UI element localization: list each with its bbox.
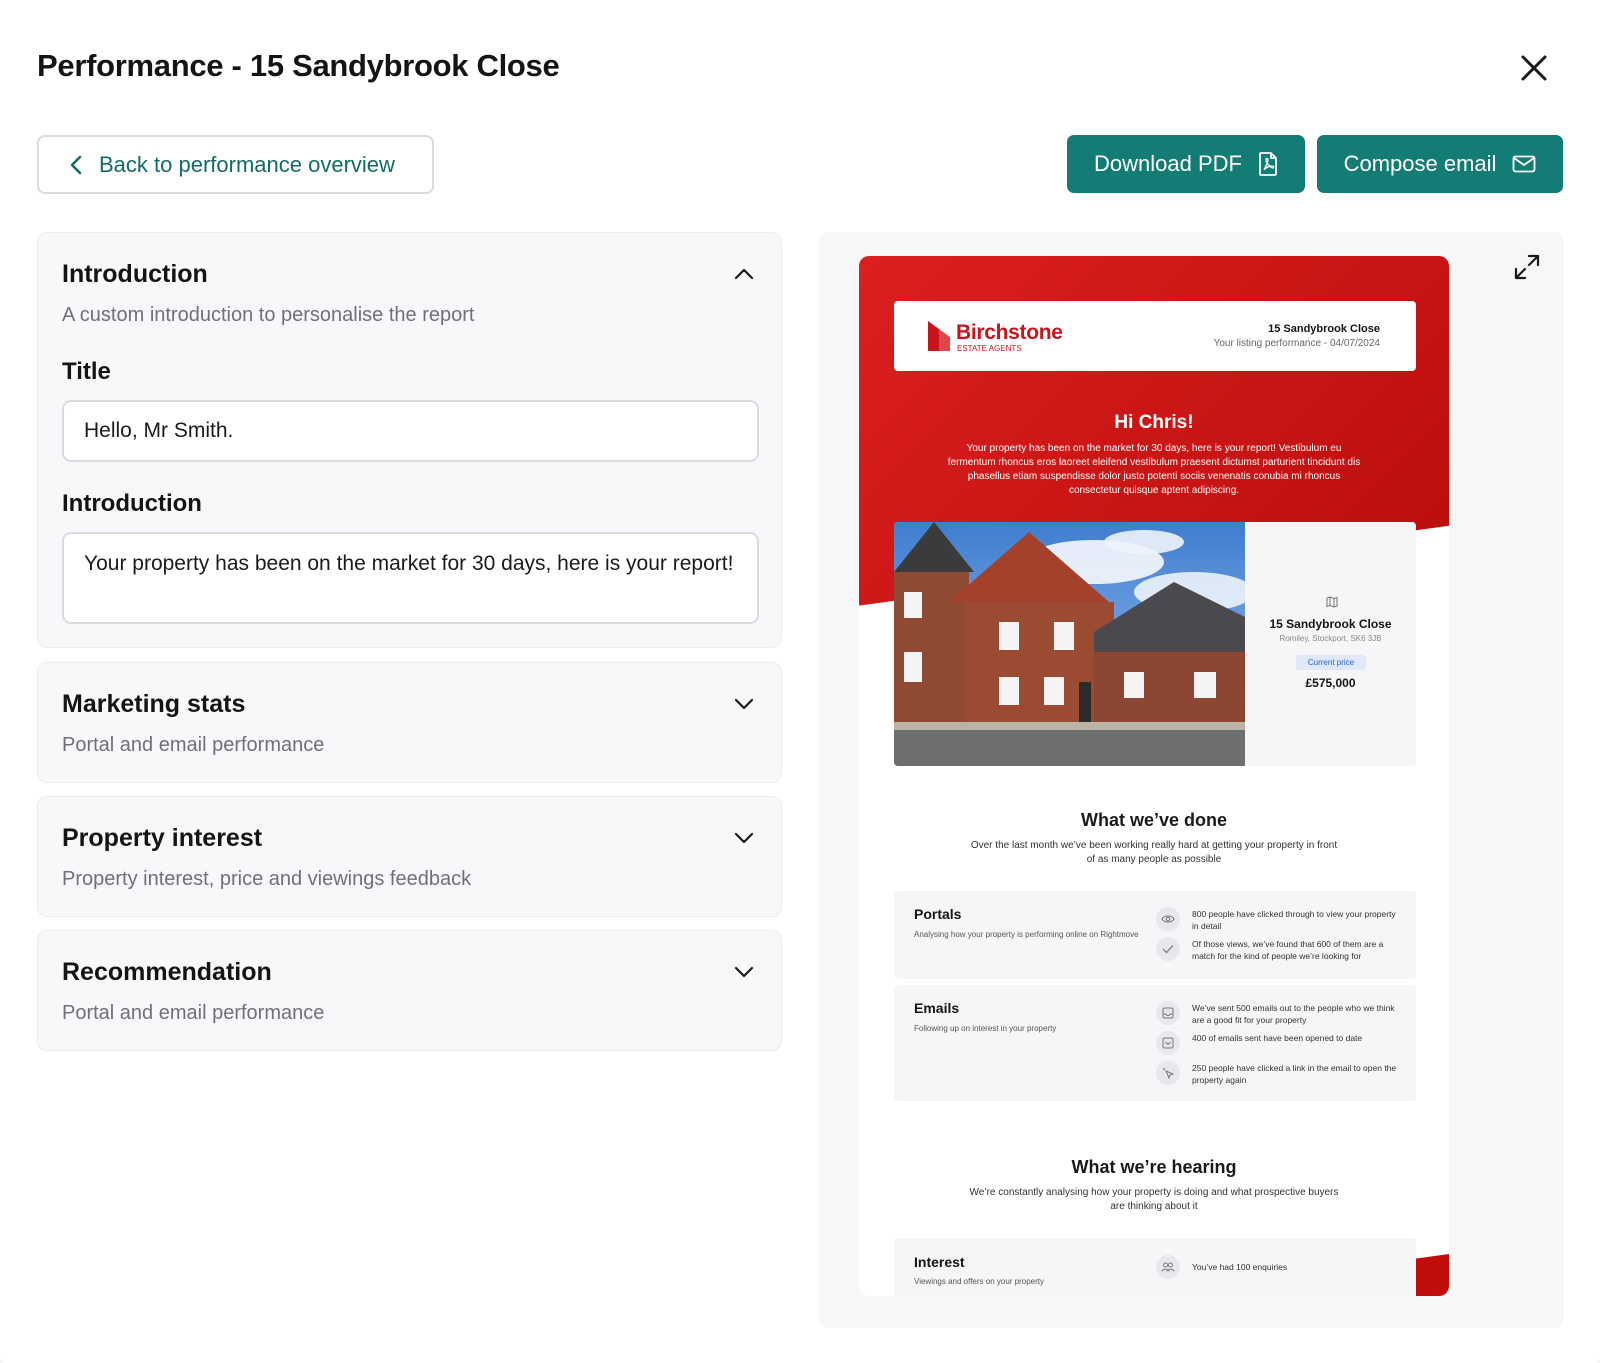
- chevron-up-icon: [734, 268, 754, 280]
- close-button[interactable]: [1514, 48, 1554, 88]
- chevron-down-icon: [734, 698, 754, 710]
- stat-row: 800 people have clicked through to view …: [1156, 907, 1406, 933]
- inbox-icon: [1156, 1001, 1180, 1025]
- property-interest-title: Property interest: [62, 824, 263, 852]
- introduction-textarea[interactable]: Your property has been on the market for…: [62, 532, 759, 624]
- interest-title: Interest: [914, 1254, 965, 1270]
- report-preview: Birchstone ESTATE AGENTS 15 Sandybrook C…: [859, 256, 1449, 1296]
- mail-open-icon: [1156, 1031, 1180, 1055]
- chevron-down-icon: [734, 832, 754, 844]
- property-interest-expand-toggle[interactable]: [731, 825, 757, 851]
- portals-subtitle: Analysing how your property is performin…: [914, 930, 1139, 939]
- portals-stat-text: Of those views, we’ve found that 600 of …: [1192, 939, 1384, 961]
- title-field-label: Title: [62, 358, 111, 385]
- expand-icon: [1514, 254, 1540, 280]
- done-section-subtitle: Over the last month we’ve been working r…: [970, 840, 1338, 865]
- hearing-section-subtitle: We’re constantly analysing how your prop…: [969, 1187, 1339, 1212]
- introduction-collapse-toggle[interactable]: [731, 261, 757, 287]
- back-button-label: Back to performance overview: [99, 151, 395, 177]
- property-price: £575,000: [1305, 676, 1356, 690]
- property-name: 15 Sandybrook Close: [1269, 617, 1392, 631]
- emails-stat-box: Emails Following up on interest in your …: [894, 985, 1416, 1101]
- emails-stat-text: 400 of emails sent have been opened to d…: [1192, 1033, 1363, 1043]
- interest-stat-box: Interest Viewings and offers on your pro…: [894, 1238, 1416, 1296]
- brand-name: Birchstone: [956, 321, 1063, 344]
- chevron-left-icon: [70, 155, 82, 174]
- recommendation-title: Recommendation: [62, 958, 272, 986]
- interest-subtitle: Viewings and offers on your property: [914, 1277, 1045, 1286]
- preview-address: 15 Sandybrook Close: [1268, 323, 1380, 335]
- check-icon: [1156, 937, 1180, 961]
- brand-subtitle: ESTATE AGENTS: [957, 344, 1022, 353]
- introduction-section-title: Introduction: [62, 260, 208, 288]
- property-card: 15 Sandybrook Close Romiley, Stockport, …: [894, 522, 1416, 766]
- performance-modal: Performance - 15 Sandybrook Close Back t…: [0, 0, 1600, 1363]
- hearing-section-title: What we’re hearing: [1071, 1157, 1237, 1177]
- introduction-field-label: Introduction: [62, 490, 202, 517]
- download-pdf-button[interactable]: Download PDF: [1067, 135, 1305, 193]
- done-section-title: What we’ve done: [1080, 810, 1228, 830]
- introduction-section: Introduction A custom introduction to pe…: [37, 232, 782, 648]
- portals-stat-box: Portals Analysing how your property is p…: [894, 891, 1416, 979]
- portals-title: Portals: [914, 906, 962, 922]
- current-price-badge: Current price: [1296, 655, 1366, 670]
- back-to-overview-button[interactable]: Back to performance overview: [37, 135, 434, 194]
- preview-greeting: Hi Chris!: [1114, 412, 1194, 433]
- property-interest-section[interactable]: Property interest Property interest, pri…: [37, 796, 782, 917]
- preview-listing-line: Your listing performance - 04/07/2024: [1213, 338, 1380, 349]
- preview-red-corner: [1413, 1254, 1449, 1296]
- compose-email-label: Compose email: [1343, 151, 1497, 176]
- map-icon: [1326, 596, 1338, 608]
- recommendation-expand-toggle[interactable]: [731, 959, 757, 985]
- stat-row: 400 of emails sent have been opened to d…: [1156, 1031, 1406, 1057]
- marketing-stats-title: Marketing stats: [62, 690, 246, 718]
- birchstone-logo-icon: [928, 321, 950, 351]
- report-preview-panel[interactable]: Birchstone ESTATE AGENTS 15 Sandybrook C…: [819, 232, 1564, 1328]
- introduction-section-subtitle: A custom introduction to personalise the…: [62, 304, 475, 326]
- expand-preview-button[interactable]: [1512, 252, 1542, 282]
- portals-stat-text: 800 people have clicked through to view …: [1192, 909, 1396, 931]
- marketing-stats-subtitle: Portal and email performance: [62, 734, 325, 756]
- people-icon: [1156, 1255, 1180, 1279]
- recommendation-section[interactable]: Recommendation Portal and email performa…: [37, 930, 782, 1051]
- preview-header-card: Birchstone ESTATE AGENTS 15 Sandybrook C…: [894, 301, 1416, 371]
- pdf-icon: [1259, 152, 1277, 176]
- property-photo: [894, 522, 1245, 766]
- property-location: Romiley, Stockport, SK6 3JB: [1279, 634, 1382, 643]
- cursor-click-icon: [1156, 1061, 1180, 1085]
- stat-row: You’ve had 100 enquiries: [1156, 1255, 1406, 1281]
- mail-icon: [1513, 155, 1536, 173]
- eye-icon: [1156, 907, 1180, 931]
- modal-title: Performance - 15 Sandybrook Close: [37, 48, 560, 83]
- emails-subtitle: Following up on interest in your propert…: [914, 1024, 1057, 1033]
- preview-greeting-text: Your property has been on the market for…: [947, 443, 1361, 496]
- compose-email-button[interactable]: Compose email: [1317, 135, 1563, 193]
- stat-row: Of those views, we’ve found that 600 of …: [1156, 937, 1406, 963]
- close-icon: [1521, 55, 1547, 81]
- chevron-down-icon: [734, 966, 754, 978]
- download-pdf-label: Download PDF: [1094, 151, 1242, 176]
- marketing-stats-section[interactable]: Marketing stats Portal and email perform…: [37, 662, 782, 783]
- property-interest-subtitle: Property interest, price and viewings fe…: [62, 868, 472, 890]
- marketing-stats-expand-toggle[interactable]: [731, 691, 757, 717]
- recommendation-subtitle: Portal and email performance: [62, 1002, 325, 1024]
- emails-stat-text: We’ve sent 500 emails out to the people …: [1192, 1003, 1395, 1025]
- stat-row: 250 people have clicked a link in the em…: [1156, 1061, 1406, 1087]
- emails-stat-text: 250 people have clicked a link in the em…: [1192, 1063, 1397, 1085]
- title-input[interactable]: Hello, Mr Smith.: [62, 400, 759, 462]
- interest-stat-text: You’ve had 100 enquiries: [1192, 1262, 1288, 1272]
- emails-title: Emails: [914, 1000, 960, 1016]
- stat-row: We’ve sent 500 emails out to the people …: [1156, 1001, 1406, 1027]
